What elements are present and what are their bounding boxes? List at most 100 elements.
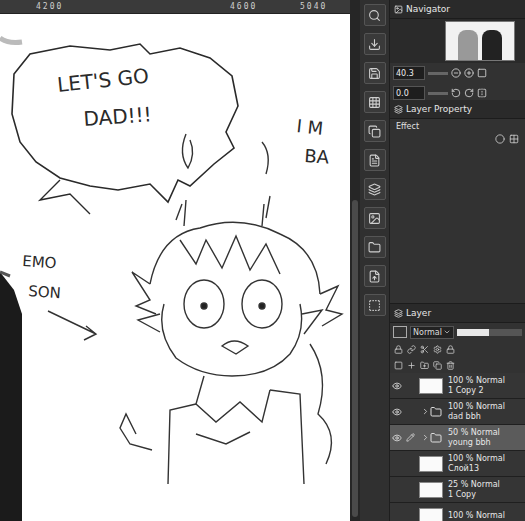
visibility-cell[interactable]	[390, 433, 404, 443]
color-swatch[interactable]	[393, 326, 407, 338]
eye-icon[interactable]	[392, 407, 402, 417]
opacity-slider[interactable]	[457, 329, 522, 336]
canvas-column: 420046005040LET'S GODAD!!!I MBAEMOSON	[0, 0, 350, 521]
link-icon[interactable]	[407, 345, 416, 354]
rotate-left-icon[interactable]	[451, 88, 461, 98]
tool-button[interactable]	[364, 265, 386, 287]
folder-icon	[430, 406, 442, 418]
canvas-scrollbar[interactable]	[350, 0, 360, 521]
layer-row[interactable]: 100 % Normal1 Copy 2	[390, 373, 525, 399]
chevron-right-icon[interactable]	[421, 407, 430, 416]
circle-icon[interactable]	[495, 134, 505, 144]
thumbnail-cell	[416, 482, 446, 498]
new-layer-icon[interactable]	[407, 361, 416, 370]
tool-icon	[368, 38, 381, 51]
panel-header: Layer	[390, 304, 525, 323]
tool-button[interactable]	[364, 120, 386, 142]
layer-text: 100 % NormalСлой13	[446, 454, 525, 474]
scroll-thumb[interactable]	[352, 200, 358, 517]
canvas-text: BA	[304, 145, 331, 168]
layer-name: 1 Copy 2	[448, 386, 525, 396]
layer-thumbnail	[419, 378, 443, 394]
layer-list: 100 % Normal1 Copy 2100 % Normaldad bbh5…	[390, 373, 525, 521]
layers-icon	[394, 309, 403, 318]
tool-button[interactable]	[364, 294, 386, 316]
tool-button[interactable]	[364, 91, 386, 113]
panel-header: Navigator	[390, 0, 525, 19]
panel-title[interactable]: Navigator	[406, 4, 450, 14]
layer-text: 100 % Normal	[446, 511, 525, 521]
ruler-mark: 4200	[36, 2, 230, 11]
canvas-text: SON	[28, 282, 62, 302]
layer-status: 50 % Normal	[448, 428, 525, 438]
thumbnail-figure	[458, 30, 478, 60]
settings-icon[interactable]	[433, 345, 442, 354]
layer-row[interactable]: 100 % Normaldad bbh	[390, 399, 525, 425]
navigator-icon	[394, 5, 403, 14]
layer-status: 25 % Normal	[448, 480, 525, 490]
chevron-right-icon[interactable]	[421, 433, 430, 442]
ruler: 420046005040	[0, 0, 350, 14]
panel-header: Layer Property	[390, 100, 525, 119]
app-window: 420046005040LET'S GODAD!!!I MBAEMOSON Nav…	[0, 0, 525, 521]
section-label: Effect	[390, 119, 525, 134]
thumbnail-cell	[416, 406, 446, 418]
eye-icon[interactable]	[392, 381, 402, 391]
tool-button[interactable]	[364, 207, 386, 229]
panel-title[interactable]: Layer Property	[406, 104, 472, 114]
layer-thumbnail	[419, 482, 443, 498]
edit-cell	[404, 433, 416, 442]
tool-button[interactable]	[364, 236, 386, 258]
tool-button[interactable]	[364, 149, 386, 171]
rotation-field[interactable]: 0.0	[393, 86, 425, 100]
sketch-drawing: LET'S GODAD!!!I MBAEMOSON	[0, 14, 350, 521]
tool-icon	[368, 96, 381, 109]
zoom-row: 40.3	[390, 63, 525, 83]
canvas[interactable]: LET'S GODAD!!!I MBAEMOSON	[0, 14, 350, 521]
navigator-preview[interactable]	[390, 19, 525, 63]
tool-button[interactable]	[364, 4, 386, 26]
tool-icon	[368, 125, 381, 138]
layer-row[interactable]: 25 % Normal1 Copy	[390, 477, 525, 503]
opacity-fill	[457, 329, 490, 336]
thumbnail-cell	[416, 456, 446, 472]
layer-thumbnail	[419, 456, 443, 472]
tool-button[interactable]	[364, 33, 386, 55]
fit-icon[interactable]	[477, 68, 487, 78]
lock-transparency-icon[interactable]	[446, 345, 455, 354]
folder-icon	[430, 432, 442, 444]
zoom-out-icon[interactable]	[451, 68, 461, 78]
panel-title[interactable]: Layer	[406, 308, 431, 318]
zoom-field[interactable]: 40.3	[393, 66, 425, 80]
zoom-slider[interactable]	[428, 72, 448, 75]
zoom-in-icon[interactable]	[464, 68, 474, 78]
layer-status: 100 % Normal	[448, 454, 525, 464]
tool-button[interactable]	[364, 62, 386, 84]
navigator-panel: Navigator 40.3 0.0	[390, 0, 525, 100]
eye-icon[interactable]	[392, 433, 402, 443]
tool-button[interactable]	[364, 178, 386, 200]
layer-text: 25 % Normal1 Copy	[446, 480, 525, 500]
tone-icon[interactable]	[509, 134, 519, 144]
layers-icon	[394, 105, 403, 114]
layer-row[interactable]: 100 % NormalСлой13	[390, 451, 525, 477]
blend-row: Normal	[390, 323, 525, 341]
visibility-cell[interactable]	[390, 381, 404, 391]
layer-status: 100 % Normal	[448, 402, 525, 412]
thumbnail-cell	[416, 432, 446, 444]
rotation-slider[interactable]	[428, 92, 448, 95]
flip-icon[interactable]	[477, 88, 487, 98]
ruler-mark: 5040	[300, 2, 350, 11]
trash-icon[interactable]	[446, 361, 455, 370]
rotate-right-icon[interactable]	[464, 88, 474, 98]
visibility-cell[interactable]	[390, 407, 404, 417]
layer-row[interactable]: 50 % Normalyoung bbh	[390, 425, 525, 451]
clip-icon[interactable]	[420, 345, 429, 354]
canvas-text: LET'S GO	[56, 64, 150, 97]
layer-thumb-icon[interactable]	[394, 361, 403, 370]
lock-icon[interactable]	[394, 345, 403, 354]
new-folder-icon[interactable]	[420, 361, 429, 370]
blend-mode-select[interactable]: Normal	[410, 326, 454, 339]
layer-row[interactable]: 100 % Normal	[390, 503, 525, 521]
duplicate-icon[interactable]	[433, 361, 442, 370]
